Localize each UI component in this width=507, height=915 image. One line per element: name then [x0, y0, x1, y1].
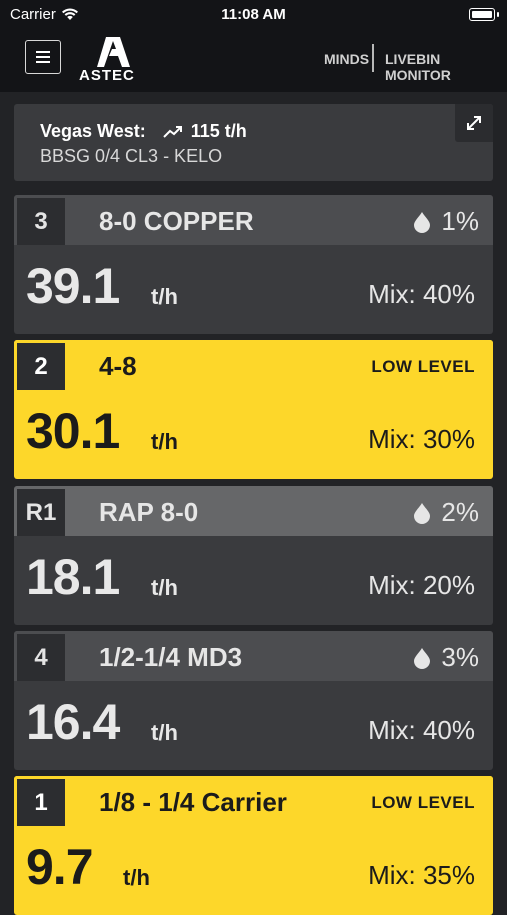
bin-rate-unit: t/h [151, 720, 178, 745]
moisture-indicator: 2% [413, 497, 479, 528]
bin-number-badge: 3 [17, 198, 65, 245]
bin-material-name: 1/2-1/4 MD3 [99, 642, 243, 672]
water-drop-icon [414, 211, 431, 233]
bin-mix-percent: Mix: 40% [368, 715, 475, 745]
mix-name: BBSG 0/4 CL3 - KELO [40, 146, 223, 166]
trending-up-icon [163, 126, 182, 138]
bin-card-header: 4 1/2-1/4 MD3 3% [14, 631, 493, 681]
bin-flow-rate: 39.1 [26, 258, 120, 314]
bin-card[interactable]: 3 8-0 COPPER 1% 39.1 t/h Mix: 40% [14, 195, 493, 334]
bin-flow-rate: 30.1 [26, 403, 120, 459]
bin-mix-percent: Mix: 20% [368, 570, 475, 600]
bin-card[interactable]: R1 RAP 8-0 2% 18.1 t/h Mix: 20% [14, 486, 493, 625]
total-rate: 115 t/h [190, 121, 247, 141]
battery-icon [469, 8, 495, 21]
moisture-indicator: 3% [413, 642, 479, 673]
bin-card-header: 2 4-8 LOW LEVEL [14, 340, 493, 390]
bin-mix-percent: Mix: 30% [368, 424, 475, 454]
expand-button[interactable] [455, 104, 493, 142]
water-drop-icon [414, 647, 431, 669]
hamburger-icon-line [36, 61, 50, 63]
bin-material-name: 1/8 - 1/4 Carrier [99, 787, 287, 817]
hamburger-icon-line [36, 51, 50, 53]
status-bar: Carrier 11:08 AM [0, 0, 507, 30]
astec-logo-mark [97, 37, 130, 67]
bin-card[interactable]: 4 1/2-1/4 MD3 3% 16.4 t/h Mix: 40% [14, 631, 493, 770]
bin-number-badge: 4 [17, 634, 65, 681]
nav-minds-link[interactable]: MINDS [324, 51, 369, 67]
moisture-indicator: 1% [413, 206, 479, 237]
moisture-value: 2% [441, 497, 479, 527]
app-header: ASTEC MINDS LIVEBIN MONITOR [0, 30, 507, 92]
bin-rate-unit: t/h [151, 284, 178, 309]
bin-card[interactable]: 1 1/8 - 1/4 Carrier LOW LEVEL 9.7 t/h Mi… [14, 776, 493, 915]
bin-number-badge: 1 [17, 779, 65, 826]
bin-material-name: RAP 8-0 [99, 497, 199, 527]
moisture-value: 3% [441, 642, 479, 672]
summary-line: Vegas West: 115 t/h [40, 121, 247, 142]
low-level-warning: LOW LEVEL [371, 793, 475, 812]
expand-icon [467, 116, 481, 130]
nav-divider [372, 44, 374, 72]
menu-button[interactable] [25, 40, 61, 74]
battery-tip [497, 12, 499, 17]
bin-mix-percent: Mix: 35% [368, 860, 475, 890]
bin-mix-percent: Mix: 40% [368, 279, 475, 309]
bin-flow-rate: 9.7 [26, 839, 94, 895]
bin-material-name: 4-8 [99, 351, 137, 381]
low-level-warning: LOW LEVEL [371, 357, 475, 376]
plant-name: Vegas West: [40, 121, 146, 141]
moisture-value: 1% [441, 206, 479, 236]
bin-number-badge: R1 [17, 489, 65, 536]
bin-flow-rate: 18.1 [26, 549, 120, 605]
clock: 11:08 AM [221, 6, 286, 23]
plant-summary: Vegas West: 115 t/h BBSG 0/4 CL3 - KELO [14, 104, 493, 181]
bin-rate-unit: t/h [151, 429, 178, 454]
logo-text: ASTEC [79, 67, 135, 84]
hamburger-icon-line [36, 56, 50, 58]
bin-rate-unit: t/h [151, 575, 178, 600]
bin-card-header: 3 8-0 COPPER 1% [14, 195, 493, 245]
astec-logo: ASTEC [76, 37, 154, 85]
bin-rate-unit: t/h [123, 865, 150, 890]
bin-flow-rate: 16.4 [26, 694, 120, 750]
bin-material-name: 8-0 COPPER [99, 206, 254, 236]
bin-card-header: 1 1/8 - 1/4 Carrier LOW LEVEL [14, 776, 493, 826]
bin-card[interactable]: 2 4-8 LOW LEVEL 30.1 t/h Mix: 30% [14, 340, 493, 479]
water-drop-icon [414, 502, 431, 524]
bin-card-header: R1 RAP 8-0 2% [14, 486, 493, 536]
nav-livebin-monitor-link[interactable]: LIVEBIN MONITOR [385, 51, 507, 83]
bin-number-badge: 2 [17, 343, 65, 390]
